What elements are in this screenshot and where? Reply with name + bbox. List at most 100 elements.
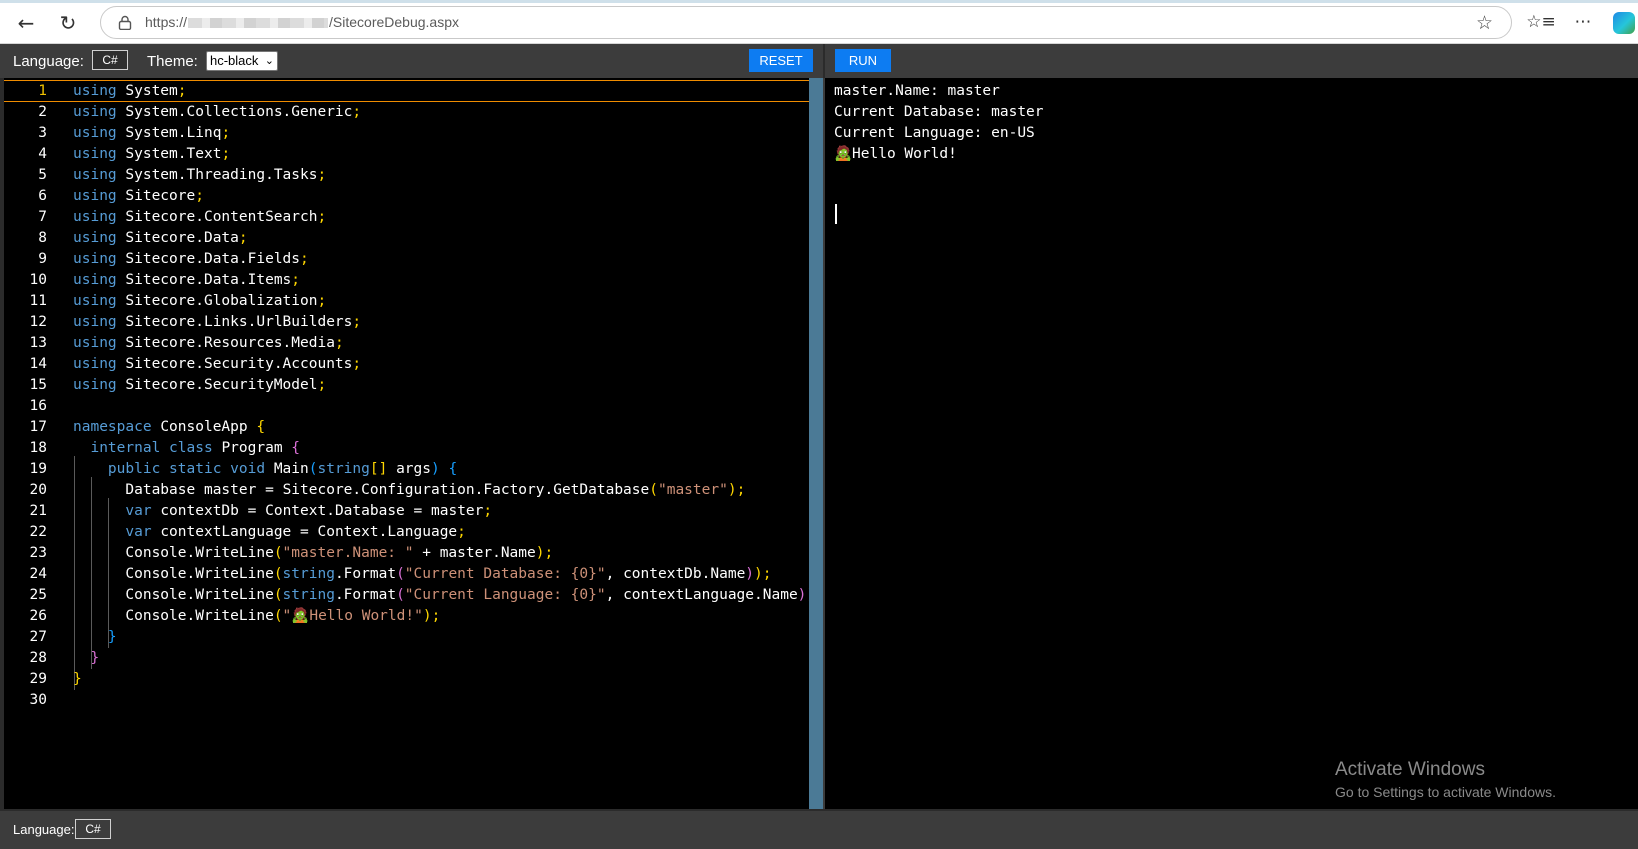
favorites-list-icon[interactable]: ☆≡ (1526, 9, 1555, 35)
code-text: public static void Main(string[] args) { (107, 461, 458, 477)
code-line: 17 namespace ConsoleApp { (4, 416, 809, 438)
url-redacted-host (188, 18, 329, 29)
code-text: namespace ConsoleApp { (73, 419, 266, 435)
line-number: 9 (38, 251, 47, 267)
code-text: var contextDb = Context.Database = maste… (125, 503, 493, 519)
star-icon[interactable]: ☆ (1476, 12, 1493, 34)
line-number: 4 (38, 146, 47, 162)
output-console[interactable]: Activate Windows Go to Settings to activ… (825, 78, 1638, 809)
code-text: var contextLanguage = Context.Language; (125, 524, 466, 540)
code-line: 16 (4, 395, 809, 417)
refresh-icon[interactable]: ↻ (55, 10, 81, 36)
code-text: using System.Threading.Tasks; (73, 167, 327, 183)
code-line: 22 var contextLanguage = Context.Languag… (4, 521, 809, 543)
line-number: 5 (38, 167, 47, 183)
code-line: 29} (4, 668, 809, 690)
back-icon[interactable]: ← (13, 10, 39, 36)
code-text: } (107, 629, 117, 645)
code-text: using Sitecore.ContentSearch; (73, 209, 327, 225)
code-text: using Sitecore.Resources.Media; (73, 335, 344, 351)
code-line: 10 using Sitecore.Data.Items; (4, 269, 809, 291)
code-line: 26 Console.WriteLine("🧟Hello World!"); (4, 605, 809, 627)
language-badge[interactable]: C# (92, 50, 128, 70)
line-number: 26 (29, 608, 47, 624)
code-line: 14 using Sitecore.Security.Accounts; (4, 353, 809, 375)
code-text: using Sitecore.Globalization; (73, 293, 327, 309)
url-text: https:// /SitecoreDebug.aspx (145, 14, 459, 30)
code-line: 18 internal class Program { (4, 437, 809, 459)
output-line: Current Database: master (834, 104, 1044, 120)
code-line: 1 using System; (4, 80, 809, 102)
code-line: 5 using System.Threading.Tasks; (4, 164, 809, 186)
line-number: 30 (29, 692, 47, 708)
code-text: using System.Collections.Generic; (73, 104, 362, 120)
status-language-badge[interactable]: C# (75, 819, 111, 839)
code-line: 25 Console.WriteLine(string.Format("Curr… (4, 584, 824, 606)
code-text: } (73, 671, 82, 687)
line-number: 19 (29, 461, 47, 477)
line-number: 29 (29, 671, 47, 687)
line-number: 13 (29, 335, 47, 351)
code-text: using System.Text; (73, 146, 231, 162)
line-number: 23 (29, 545, 47, 561)
code-line: 19 public static void Main(string[] args… (4, 458, 809, 480)
more-icon[interactable]: ⋯ (1570, 9, 1596, 35)
theme-select[interactable]: hc-black ⌄ (206, 51, 278, 71)
line-number: 28 (29, 650, 47, 666)
run-button[interactable]: RUN (835, 49, 891, 72)
line-number: 1 (38, 83, 47, 99)
code-text: using Sitecore.Data.Items; (73, 272, 301, 288)
address-bar[interactable]: https:// /SitecoreDebug.aspx ☆ (100, 6, 1512, 39)
code-text: Database master = Sitecore.Configuration… (125, 482, 746, 498)
line-number: 15 (29, 377, 47, 393)
browser-toolbar: ← ↻ https:// /SitecoreDebug.aspx ☆ ☆≡ ⋯ (0, 0, 1638, 44)
line-number: 18 (29, 440, 47, 456)
line-number: 2 (38, 104, 47, 120)
line-number: 11 (29, 293, 47, 309)
line-number: 22 (29, 524, 47, 540)
url-protocol: https:// (145, 14, 188, 30)
code-text: } (90, 650, 100, 666)
code-editor[interactable]: 1 using System; 2 using System.Collections.… (4, 78, 824, 809)
code-line: 21 var contextDb = Context.Database = ma… (4, 500, 809, 522)
line-number: 10 (29, 272, 47, 288)
code-text: using Sitecore.Security.Accounts; (73, 356, 362, 372)
code-line: 28 } (4, 647, 809, 669)
watermark-title: Activate Windows (1335, 759, 1485, 780)
code-text: using Sitecore; (73, 188, 204, 204)
line-number: 3 (38, 125, 47, 141)
code-line: 3 using System.Linq; (4, 122, 809, 144)
theme-select-value: hc-black (210, 53, 259, 68)
line-number: 16 (29, 398, 47, 414)
code-text: Console.WriteLine("master.Name: " + mast… (125, 545, 554, 561)
code-text: using Sitecore.Links.UrlBuilders; (73, 314, 362, 330)
line-number: 24 (29, 566, 47, 582)
code-line: 30 (4, 689, 809, 711)
app-container: Language: C# Theme: hc-black ⌄ RESET RUN… (0, 44, 1638, 849)
code-line: 11 using Sitecore.Globalization; (4, 290, 809, 312)
code-line: 7 using Sitecore.ContentSearch; (4, 206, 809, 228)
code-text: Console.WriteLine("🧟Hello World!"); (125, 608, 441, 624)
code-line: 8 using Sitecore.Data; (4, 227, 809, 249)
code-text: using Sitecore.Data.Fields; (73, 251, 309, 267)
reset-button[interactable]: RESET (749, 49, 813, 72)
code-line: 2 using System.Collections.Generic; (4, 101, 809, 123)
copilot-icon[interactable] (1613, 12, 1635, 34)
status-bar: Language: C# (0, 811, 1638, 849)
output-line: 🧟Hello World! (834, 146, 957, 162)
line-number: 6 (38, 188, 47, 204)
language-label: Language: (13, 53, 84, 70)
code-line: 12 using Sitecore.Links.UrlBuilders; (4, 311, 809, 333)
line-number: 20 (29, 482, 47, 498)
chevron-down-icon: ⌄ (264, 54, 274, 67)
code-text: using Sitecore.Data; (73, 230, 248, 246)
watermark-subtitle: Go to Settings to activate Windows. (1335, 784, 1556, 800)
editor-scrollbar[interactable] (809, 78, 823, 809)
code-text: internal class Program { (90, 440, 301, 456)
status-language-label: Language: (13, 822, 75, 837)
editor-toolbar: Language: C# Theme: hc-black ⌄ RESET (0, 44, 823, 78)
code-line: 24 Console.WriteLine(string.Format("Curr… (4, 563, 809, 585)
code-text: using System.Linq; (73, 125, 231, 141)
code-line: 4 using System.Text; (4, 143, 809, 165)
output-caret (835, 204, 837, 224)
